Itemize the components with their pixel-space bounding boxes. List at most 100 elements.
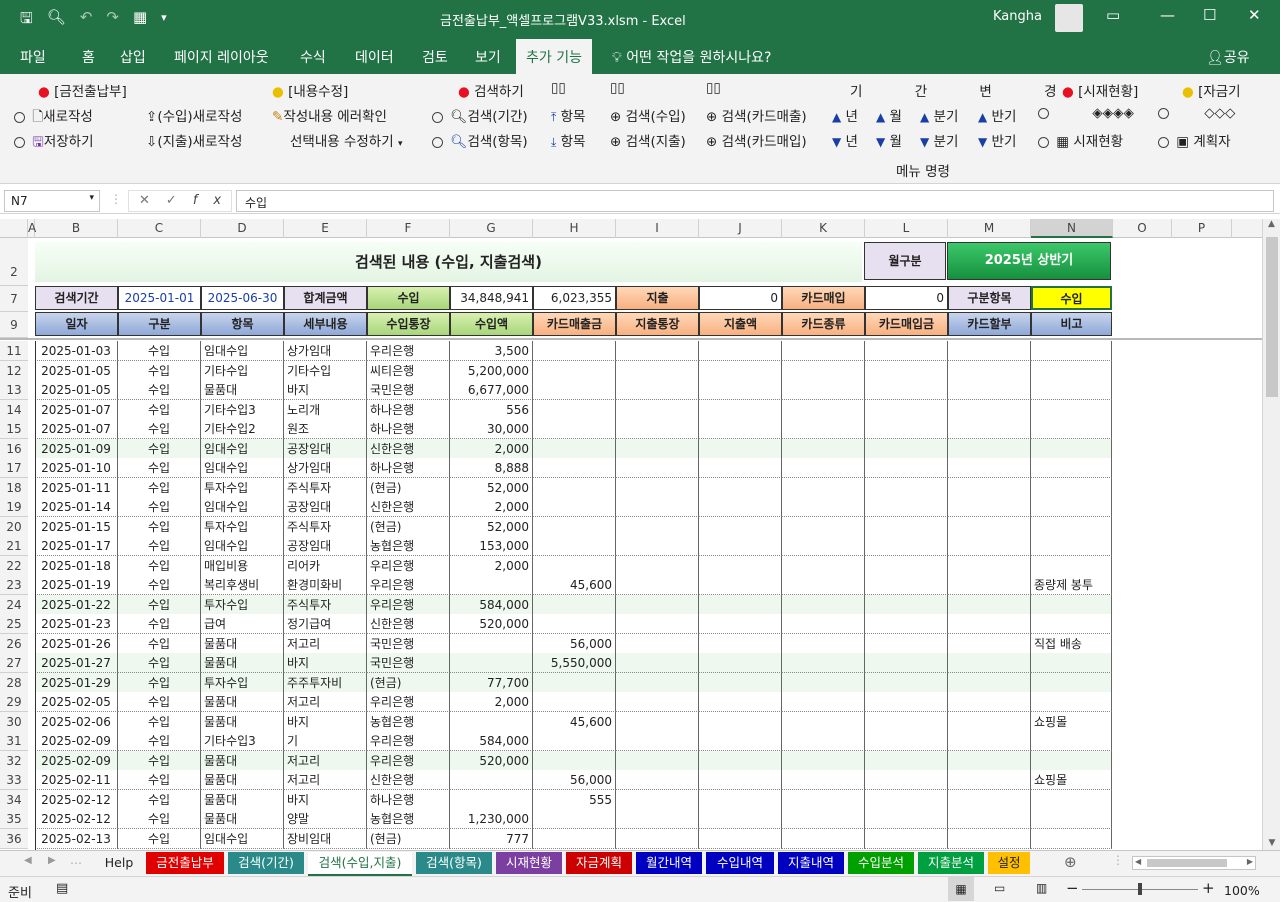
table-cell[interactable]: 양말 <box>284 809 367 829</box>
table-cell[interactable]: 153,000 <box>450 536 533 556</box>
table-cell[interactable]: 기타수입3 <box>201 400 284 420</box>
column-header[interactable]: J <box>699 219 782 238</box>
table-cell[interactable] <box>616 790 699 810</box>
table-cell[interactable]: 2025-01-26 <box>35 634 118 654</box>
table-cell[interactable] <box>948 634 1031 654</box>
table-cell[interactable] <box>948 692 1031 712</box>
table-icon[interactable]: ▦ <box>133 8 147 33</box>
half-up-button[interactable]: ▲ 반기 <box>978 105 1016 125</box>
column-header[interactable]: E <box>284 219 367 238</box>
row-header[interactable]: 26 <box>0 634 28 654</box>
table-cell[interactable]: 수입 <box>118 361 201 381</box>
tab-formulas[interactable]: 수식 <box>300 47 326 67</box>
table-cell[interactable] <box>865 692 948 712</box>
row-header[interactable]: 32 <box>0 751 28 771</box>
hscroll-thumb[interactable] <box>1147 859 1227 867</box>
table-cell[interactable] <box>533 614 616 634</box>
table-cell[interactable] <box>533 341 616 361</box>
table-cell[interactable] <box>865 829 948 849</box>
table-cell[interactable]: (현금) <box>367 517 450 537</box>
table-cell[interactable]: 투자수입 <box>201 595 284 615</box>
fx-icon[interactable]: fx <box>193 193 237 208</box>
table-cell[interactable]: 투자수입 <box>201 673 284 693</box>
table-cell[interactable] <box>782 712 865 732</box>
table-cell[interactable] <box>1031 497 1112 517</box>
table-cell[interactable] <box>616 439 699 459</box>
table-cell[interactable] <box>782 673 865 693</box>
table-cell[interactable] <box>616 634 699 654</box>
table-cell[interactable] <box>948 497 1031 517</box>
table-cell[interactable] <box>699 790 782 810</box>
column-header[interactable]: F <box>367 219 450 238</box>
table-cell[interactable] <box>1031 517 1112 537</box>
month-value[interactable]: 2025년 상반기 <box>947 242 1111 280</box>
table-cell[interactable]: 물품대 <box>201 634 284 654</box>
table-cell[interactable]: 기타수입 <box>284 361 367 381</box>
table-cell[interactable]: (현금) <box>367 829 450 849</box>
table-cell[interactable] <box>533 829 616 849</box>
table-cell[interactable]: 2025-01-19 <box>35 575 118 595</box>
table-cell[interactable] <box>865 731 948 751</box>
table-cell[interactable] <box>699 497 782 517</box>
month-up-button[interactable]: ▲ 월 <box>876 105 902 125</box>
table-cell[interactable] <box>1031 595 1112 615</box>
table-cell[interactable]: 45,600 <box>533 712 616 732</box>
table-cell[interactable]: 2025-02-09 <box>35 731 118 751</box>
table-cell[interactable] <box>533 536 616 556</box>
radio-icon[interactable] <box>14 111 25 123</box>
table-cell[interactable]: 물품대 <box>201 712 284 732</box>
table-cell[interactable] <box>1031 458 1112 478</box>
table-cell[interactable]: 2025-01-15 <box>35 517 118 537</box>
table-cell[interactable] <box>1031 829 1112 849</box>
sheet-tab[interactable]: 자금계획 <box>566 852 632 874</box>
category-value[interactable]: 수입 <box>1031 286 1112 310</box>
table-cell[interactable] <box>1031 400 1112 420</box>
table-cell[interactable]: 물품대 <box>201 770 284 790</box>
table-cell[interactable] <box>699 575 782 595</box>
table-cell[interactable]: 물품대 <box>201 653 284 673</box>
page-layout-view-icon[interactable]: ▭ <box>994 881 1005 895</box>
table-cell[interactable] <box>948 458 1031 478</box>
table-cell[interactable] <box>1031 673 1112 693</box>
table-cell[interactable] <box>1031 809 1112 829</box>
row-header[interactable]: 9 <box>0 312 28 338</box>
splitter-icon[interactable]: ⋮ <box>1112 853 1124 867</box>
table-cell[interactable]: 수입 <box>118 614 201 634</box>
table-cell[interactable]: 556 <box>450 400 533 420</box>
row-header[interactable]: 12 <box>0 361 28 381</box>
table-cell[interactable] <box>865 517 948 537</box>
search-income-button[interactable]: ⊕ 검색(수입) <box>610 105 686 125</box>
table-cell[interactable]: 2,000 <box>450 497 533 517</box>
expense-new-button[interactable]: ⇩(지출)새로작성 <box>146 130 242 150</box>
table-cell[interactable]: 수입 <box>118 400 201 420</box>
new-doc-button[interactable]: 🗋새로작성 <box>14 105 93 130</box>
diamonds2-button[interactable]: ◇◇◇ <box>1158 105 1235 121</box>
table-cell[interactable]: 584,000 <box>450 595 533 615</box>
table-cell[interactable]: 기 <box>284 731 367 751</box>
table-cell[interactable]: 수입 <box>118 595 201 615</box>
table-cell[interactable] <box>616 341 699 361</box>
save-button[interactable]: 🖫저장하기 <box>14 130 94 155</box>
table-cell[interactable]: 바지 <box>284 653 367 673</box>
quarter-up-button[interactable]: ▲ 분기 <box>920 105 958 125</box>
table-cell[interactable] <box>865 536 948 556</box>
row-header[interactable]: 2 <box>0 238 28 286</box>
cancel-icon[interactable]: ✕ <box>139 193 166 208</box>
table-cell[interactable] <box>1031 692 1112 712</box>
row-header[interactable]: 35 <box>0 809 28 829</box>
table-cell[interactable]: 2025-02-12 <box>35 790 118 810</box>
table-cell[interactable]: 수입 <box>118 731 201 751</box>
scroll-right-icon[interactable]: ▶ <box>1247 857 1253 866</box>
sheet-tab[interactable]: 검색(항목) <box>416 852 492 874</box>
table-cell[interactable] <box>782 614 865 634</box>
table-cell[interactable]: 물품대 <box>201 380 284 400</box>
row-header[interactable]: 25 <box>0 614 28 634</box>
table-cell[interactable]: 1,230,000 <box>450 809 533 829</box>
table-cell[interactable]: 우리은행 <box>367 341 450 361</box>
table-cell[interactable] <box>948 536 1031 556</box>
table-cell[interactable] <box>616 536 699 556</box>
zoom-slider-thumb[interactable] <box>1138 883 1142 895</box>
table-cell[interactable] <box>865 673 948 693</box>
plan-button[interactable]: ▣ 계획자 <box>1158 130 1231 150</box>
table-cell[interactable]: 2025-02-09 <box>35 751 118 771</box>
